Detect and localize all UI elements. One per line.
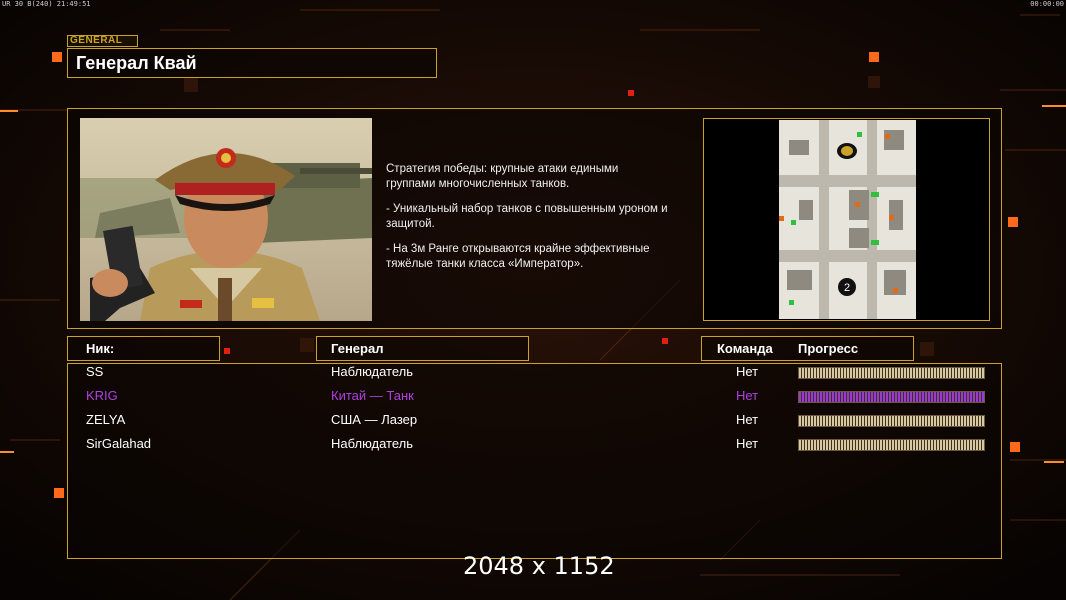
column-header-nick: Ник: (67, 336, 220, 361)
hud-status: UR 30 B(240) 21:49:51 (2, 0, 91, 8)
player-nick: SS (86, 364, 104, 379)
player-general: Китай — Танк (331, 388, 414, 403)
player-team: Нет (736, 436, 759, 451)
description-line: - На 3м Ранге открываются крайне эффекти… (386, 243, 650, 270)
description-line: Стратегия победы: крупные атаки едиными … (386, 163, 619, 190)
player-row: KRIG Китай — Танк Нет (86, 388, 986, 406)
column-header-progress: Прогресс (798, 341, 859, 356)
player-general: Наблюдатель (331, 436, 414, 451)
loading-progress-bar (798, 391, 985, 403)
player-team: Нет (736, 388, 759, 403)
general-tag: GENERAL (67, 35, 138, 47)
player-nick: KRIG (86, 388, 118, 403)
hud-timer: 00:00:00 (1030, 0, 1064, 8)
player-nick: ZELYA (86, 412, 126, 427)
column-header-team-progress: Команда Прогресс (701, 336, 914, 361)
player-row: SirGalahad Наблюдатель Нет (86, 436, 986, 454)
column-header-general: Генерал (316, 336, 529, 361)
general-title: Генерал Квай (67, 48, 437, 78)
description-line: - Уникальный набор танков с повышенным у… (386, 203, 668, 230)
player-nick: SirGalahad (86, 436, 152, 451)
start-position-marker: 2 (844, 282, 850, 294)
player-row: ZELYA США — Лазер Нет (86, 412, 986, 430)
resolution-watermark: 2048 x 1152 (463, 552, 615, 580)
loading-progress-bar (798, 439, 985, 451)
minimap: 2 (779, 120, 916, 319)
player-team: Нет (736, 412, 759, 427)
general-portrait (80, 118, 372, 321)
player-row: SS Наблюдатель Нет (86, 364, 986, 382)
column-header-team: Команда (717, 341, 773, 356)
strategy-description: Стратегия победы: крупные атаки едиными … (386, 162, 696, 282)
loading-progress-bar (798, 367, 985, 379)
player-general: Наблюдатель (331, 364, 414, 379)
loading-progress-bar (798, 415, 985, 427)
player-team: Нет (736, 364, 759, 379)
player-general: США — Лазер (331, 412, 418, 427)
